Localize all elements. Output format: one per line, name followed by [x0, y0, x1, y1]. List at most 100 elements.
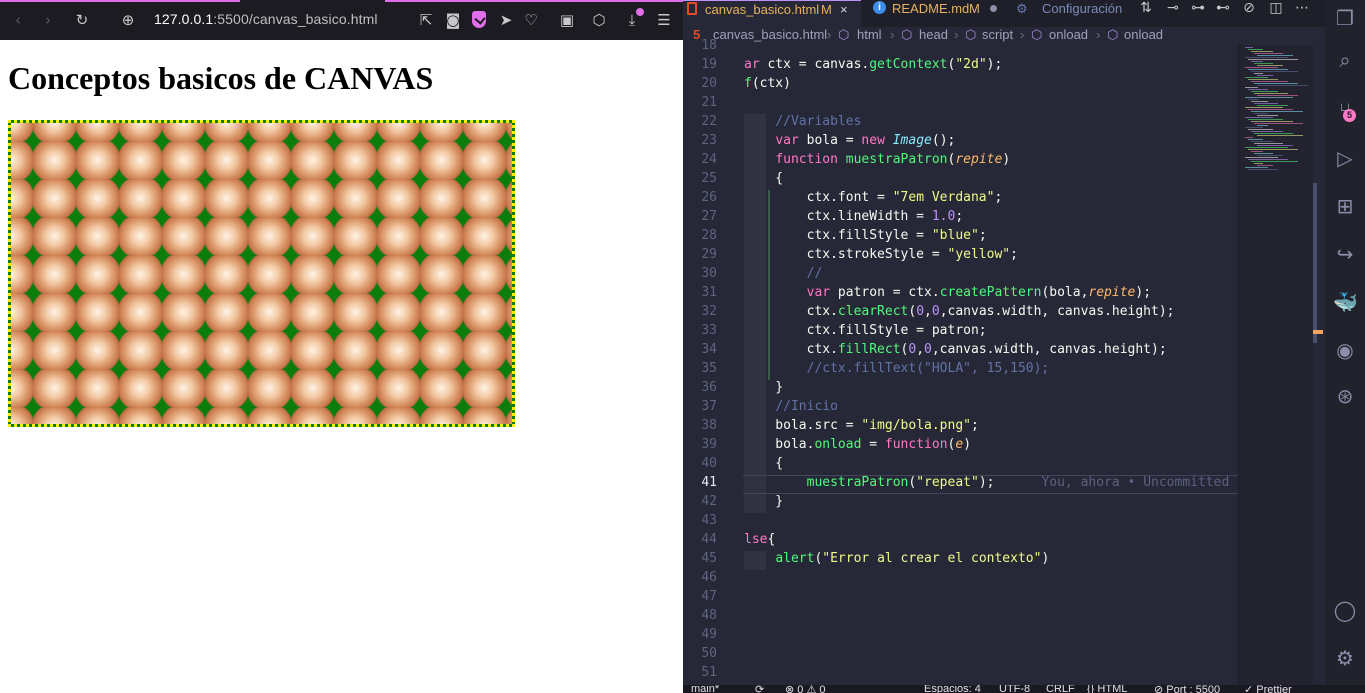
cube-icon: ⬡: [965, 27, 977, 42]
extensions-icon[interactable]: ⊞: [1333, 194, 1357, 218]
code-line[interactable]: f(ctx): [744, 76, 791, 91]
more-actions-icon[interactable]: ⋯: [1293, 0, 1311, 18]
breadcrumb-item[interactable]: canvas_basico.html: [713, 27, 827, 42]
compare-icon[interactable]: ⇅: [1137, 0, 1155, 18]
source-control-icon[interactable]: ⑂5: [1333, 98, 1357, 122]
minimap-line: [1248, 129, 1273, 130]
git-commit-prev-icon[interactable]: ⊸: [1164, 0, 1182, 18]
minimap-line: [1254, 93, 1288, 94]
minimap-line: [1248, 89, 1268, 90]
encoding-setting[interactable]: UTF-8: [999, 685, 1030, 693]
scrollbar-marker: [1313, 330, 1323, 334]
heart-icon[interactable]: ♡: [521, 10, 541, 30]
live-server-port[interactable]: ⊘ Port : 5500: [1154, 685, 1220, 693]
code-line[interactable]: ctx.fillStyle = patron;: [744, 323, 987, 338]
activity-bar: ❐ ⌕ ⑂5 ▷ ⊞ ↪ 🐳 ◉ ⊛ ◯ ⚙: [1325, 0, 1365, 685]
code-line[interactable]: ctx.fillStyle = "blue";: [744, 228, 987, 243]
code-line[interactable]: var bola = new Image();: [744, 133, 955, 148]
docker-icon[interactable]: 🐳: [1333, 290, 1358, 314]
close-icon[interactable]: ×: [840, 1, 848, 18]
canvas[interactable]: [8, 120, 515, 427]
eol-setting[interactable]: CRLF: [1046, 685, 1075, 693]
live-share-icon[interactable]: ↪: [1333, 242, 1357, 266]
breadcrumb-item[interactable]: html: [857, 27, 882, 42]
cube-icon: ⬡: [1031, 27, 1043, 42]
indentation-setting[interactable]: Espacios: 4: [924, 685, 981, 693]
scrollbar-thumb[interactable]: [1313, 183, 1317, 343]
minimap-line: [1248, 109, 1293, 110]
send-icon[interactable]: ➤: [496, 10, 516, 30]
breadcrumb-item[interactable]: script: [982, 27, 1013, 42]
git-commit-next-icon[interactable]: ⊷: [1214, 0, 1232, 18]
vpn-shield-icon[interactable]: [472, 11, 486, 28]
code-line[interactable]: ctx.fillRect(0,0,canvas.width, canvas.he…: [744, 342, 1167, 357]
minimap-line: [1254, 153, 1273, 154]
minimap-line: [1257, 125, 1268, 126]
github-icon[interactable]: ◉: [1333, 338, 1357, 362]
run-debug-icon[interactable]: ▷: [1333, 146, 1357, 170]
manage-gear-icon[interactable]: ⚙: [1333, 646, 1357, 670]
screenshot-icon[interactable]: ◙: [443, 10, 463, 30]
forward-icon[interactable]: ›: [38, 10, 58, 30]
tab-modified-status: M: [969, 1, 980, 16]
code-line[interactable]: bola.src = "img/bola.png";: [744, 418, 979, 433]
line-number: 24: [701, 152, 717, 167]
tab-configuracion[interactable]: ⚙ Configuración: [1013, 0, 1138, 27]
line-number: 38: [701, 418, 717, 433]
line-number: 42: [701, 494, 717, 509]
code-line[interactable]: //: [744, 266, 823, 281]
code-line[interactable]: {: [744, 456, 783, 471]
git-branch[interactable]: main*: [691, 685, 719, 693]
code-line[interactable]: function muestraPatron(repite): [744, 152, 1010, 167]
menu-icon[interactable]: ☰: [654, 10, 674, 30]
cube-icon: ⬡: [901, 27, 913, 42]
tab-canvas-basico[interactable]: canvas_basico.html M ×: [683, 0, 861, 27]
breadcrumb-item[interactable]: onload: [1049, 27, 1088, 42]
minimap-line: [1251, 131, 1283, 132]
reload-icon[interactable]: ↻: [72, 10, 92, 30]
code-line[interactable]: ctx.strokeStyle = "yellow";: [744, 247, 1018, 262]
minimap[interactable]: [1238, 45, 1313, 685]
extension-icon[interactable]: ▣: [557, 10, 577, 30]
go-live-icon[interactable]: ⊘: [1240, 0, 1258, 18]
code-line[interactable]: ctx.font = "7em Verdana";: [744, 190, 1003, 205]
breadcrumb-item[interactable]: onload: [1124, 27, 1163, 42]
code-line[interactable]: bola.onload = function(e): [744, 437, 971, 452]
cube-icon[interactable]: ⬡: [589, 10, 609, 30]
minimap-line: [1257, 155, 1283, 156]
minimap-line: [1245, 157, 1278, 158]
explorer-icon[interactable]: ❐: [1333, 6, 1357, 30]
code-line[interactable]: var patron = ctx.createPattern(bola,repi…: [744, 285, 1151, 300]
code-line[interactable]: }: [744, 380, 783, 395]
remote-explorer-icon[interactable]: ⊛: [1333, 384, 1357, 408]
editor-scrollbar[interactable]: [1313, 45, 1325, 685]
breadcrumb-item[interactable]: head: [919, 27, 948, 42]
git-commit-icon[interactable]: ⊶: [1189, 0, 1207, 18]
split-editor-icon[interactable]: ◫: [1267, 0, 1285, 18]
code-line[interactable]: //Inicio: [744, 399, 838, 414]
code-line[interactable]: ctx.clearRect(0,0,canvas.width, canvas.h…: [744, 304, 1175, 319]
site-info-icon[interactable]: ⊕: [118, 10, 138, 30]
code-line[interactable]: {: [744, 171, 783, 186]
back-icon[interactable]: ‹: [8, 10, 28, 30]
problems-count[interactable]: ⊗ 0 ⚠ 0: [785, 685, 825, 693]
share-icon[interactable]: ⇱: [416, 10, 436, 30]
code-editor[interactable]: 18 19 ar ctx = canvas.getContext("2d"); 20 f…: [683, 38, 1252, 685]
minimap-line: [1245, 127, 1263, 128]
code-line[interactable]: //ctx.fillText("HOLA", 15,150);: [744, 361, 1050, 376]
code-line[interactable]: lse{: [744, 532, 775, 547]
code-line[interactable]: ar ctx = canvas.getContext("2d");: [744, 57, 1002, 72]
code-line[interactable]: muestraPatron("repeat"); You, ahora • Un…: [744, 475, 1253, 490]
code-line[interactable]: //Variables: [744, 114, 861, 129]
account-icon[interactable]: ◯: [1333, 598, 1357, 622]
code-line[interactable]: }: [744, 494, 783, 509]
url-bar[interactable]: 127.0.0.1:5500/canvas_basico.html: [154, 11, 378, 27]
search-icon[interactable]: ⌕: [1333, 48, 1357, 72]
code-line[interactable]: ctx.lineWidth = 1.0;: [744, 209, 964, 224]
tab-readme[interactable]: i README.md M: [862, 0, 1008, 27]
language-mode[interactable]: {} HTML: [1087, 685, 1127, 693]
code-line[interactable]: alert("Error al crear el contexto"): [744, 551, 1049, 566]
sync-icon[interactable]: ⟳: [755, 685, 764, 693]
line-number: 21: [701, 95, 717, 110]
prettier-status[interactable]: ✓ Prettier: [1244, 685, 1292, 693]
